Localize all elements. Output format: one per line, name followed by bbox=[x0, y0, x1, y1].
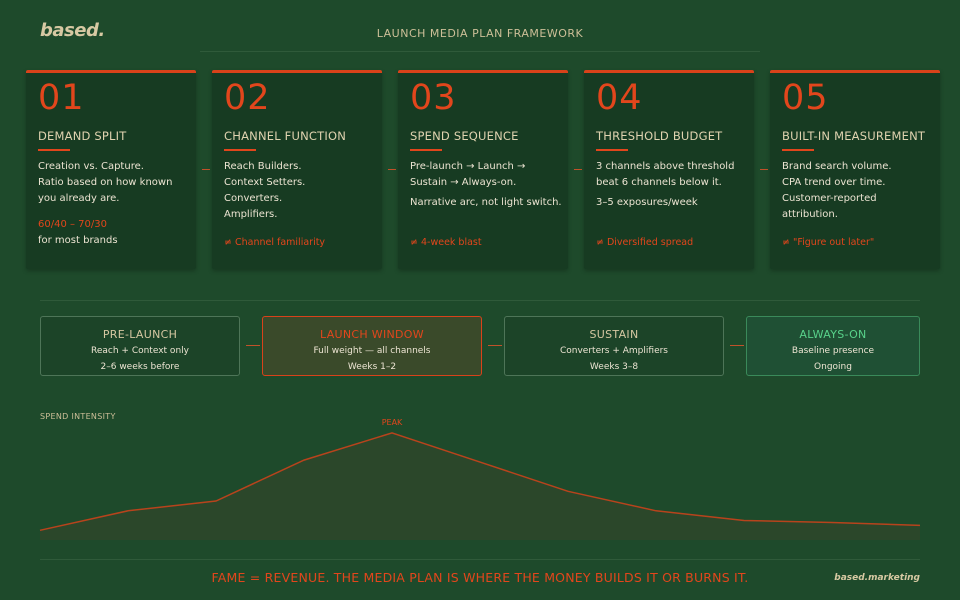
peak-annotation: PEAK bbox=[382, 418, 403, 427]
footer-tagline: FAME = REVENUE. THE MEDIA PLAN IS WHERE … bbox=[211, 570, 749, 585]
spend-area-fill bbox=[40, 432, 920, 540]
spend-intensity-chart: PEAK bbox=[39, 418, 921, 540]
footer-brand: based.marketing bbox=[834, 573, 920, 583]
footer-divider bbox=[40, 559, 920, 560]
